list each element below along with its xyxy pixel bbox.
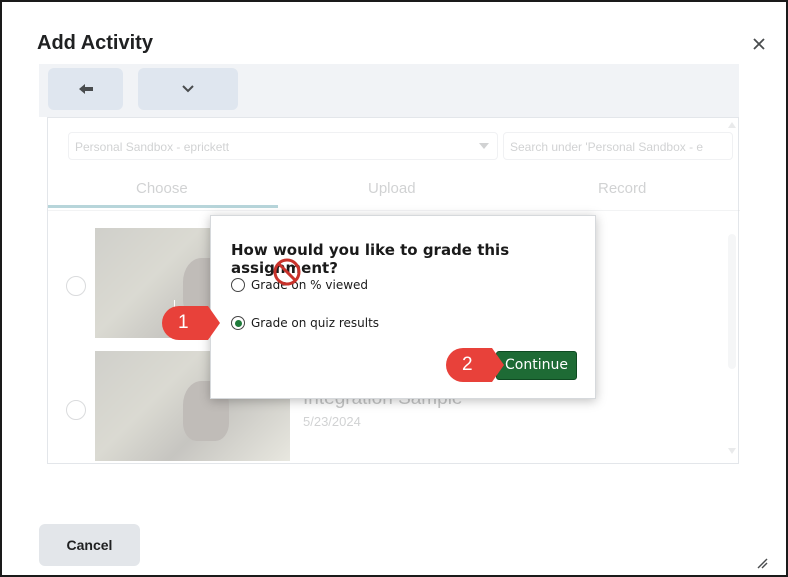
resize-grip-icon[interactable] [754,555,768,569]
arrow-left-icon [78,84,93,94]
back-button[interactable] [48,68,123,110]
tab-divider [48,210,740,211]
tab-choose[interactable]: Choose [136,180,188,197]
option-grade-quiz[interactable]: Grade on quiz results [231,316,379,330]
scrollbar-thumb[interactable] [728,234,736,369]
continue-button[interactable]: Continue [496,351,577,380]
tab-upload[interactable]: Upload [368,180,416,197]
folder-select[interactable]: Personal Sandbox - eprickett [68,132,498,160]
scroll-up-icon[interactable] [728,122,736,128]
more-options-button[interactable] [138,68,238,110]
radio-grade-viewed[interactable] [231,278,245,292]
tab-record[interactable]: Record [598,180,646,197]
active-tab-indicator [48,205,278,208]
option-label-quiz: Grade on quiz results [251,316,380,330]
callout-badge-1: 1 [162,306,220,340]
close-icon[interactable] [748,32,770,56]
callout-badge-2: 2 [446,348,504,382]
row-radio-1[interactable] [66,276,86,296]
scroll-down-icon[interactable] [728,448,736,454]
video-date-2: 5/23/2024 [303,414,361,429]
folder-select-value: Personal Sandbox - eprickett [75,140,230,154]
search-placeholder: Search under 'Personal Sandbox - e [510,140,704,154]
dialog-title: Add Activity [37,32,153,54]
chevron-down-icon [182,85,194,93]
toolbar [39,64,739,117]
caret-down-icon [479,143,489,149]
grading-popup: How would you like to grade this assignm… [210,215,596,399]
radio-grade-quiz[interactable] [231,316,245,330]
search-input[interactable]: Search under 'Personal Sandbox - e [503,132,733,160]
scrollbar[interactable] [725,118,739,463]
option-label-viewed: Grade on % viewed [251,278,369,292]
row-radio-2[interactable] [66,400,86,420]
add-activity-dialog: Add Activity Personal Sandbox - epricket… [0,0,788,577]
no-entry-icon [273,258,301,286]
cancel-button[interactable]: Cancel [39,524,140,566]
